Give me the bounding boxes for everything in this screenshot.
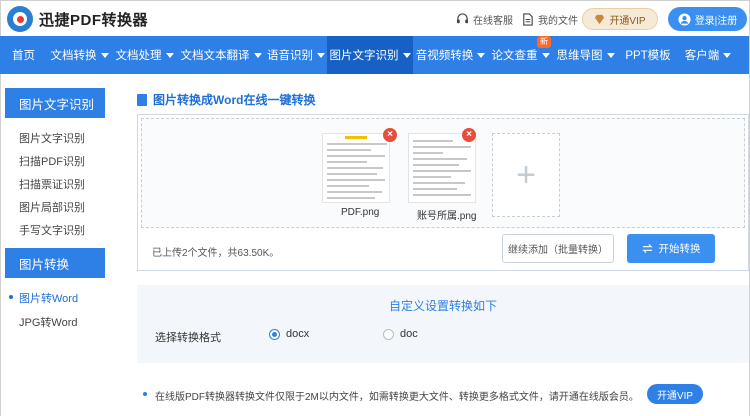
sidebar-item-scan-pdf[interactable]: 扫描PDF识别 bbox=[19, 153, 85, 169]
file-name: PDF.png bbox=[341, 207, 380, 218]
notice-vip-button[interactable]: 开通VIP bbox=[647, 384, 703, 404]
nav-item-home[interactable]: 首页 bbox=[0, 36, 47, 74]
my-files-link[interactable]: 我的文件 bbox=[521, 12, 578, 27]
user-icon bbox=[678, 12, 691, 26]
upload-panel: × PDF.png × 账号所属.png + 已上传2个文件，共63.50K。 … bbox=[137, 114, 749, 271]
sidebar-item-image-ocr[interactable]: 图片文字识别 bbox=[19, 130, 85, 146]
nav-label: PPT模板 bbox=[625, 50, 671, 62]
chevron-down-icon bbox=[723, 52, 732, 58]
continue-add-button[interactable]: 继续添加（批量转换） bbox=[502, 234, 614, 263]
nav-item-plagiarism-check[interactable]: 论文查重 新 bbox=[488, 36, 553, 74]
upload-drop-zone[interactable]: × PDF.png × 账号所属.png + bbox=[141, 118, 745, 228]
format-option-label: docx bbox=[286, 328, 310, 340]
page-title-text: 图片转换成Word在线一键转换 bbox=[153, 93, 316, 107]
file-thumbnail bbox=[408, 133, 476, 203]
headset-icon bbox=[456, 13, 469, 24]
format-radio-docx[interactable]: docx bbox=[269, 328, 309, 340]
chevron-down-icon bbox=[253, 52, 262, 58]
diamond-icon bbox=[595, 14, 605, 24]
format-option-label: doc bbox=[400, 328, 418, 340]
online-service-label: 在线客服 bbox=[473, 16, 513, 27]
conversion-settings: 自定义设置转换如下 选择转换格式 docx doc bbox=[137, 285, 749, 363]
remove-file-icon[interactable]: × bbox=[383, 128, 397, 142]
chevron-down-icon bbox=[100, 52, 109, 58]
nav-item-doc-translate[interactable]: 文档文本翻译 bbox=[177, 36, 265, 74]
main-nav: 首页 文档转换 文档处理 文档文本翻译 语音识别 图片文字识别 音视频转换 论文… bbox=[0, 36, 750, 74]
page-title: 图片转换成Word在线一键转换 bbox=[137, 91, 315, 108]
format-label: 选择转换格式 bbox=[155, 332, 221, 344]
nav-item-ppt-template[interactable]: PPT模板 bbox=[618, 36, 678, 74]
nav-label: 首页 bbox=[12, 50, 35, 62]
nav-label: 音视频转换 bbox=[415, 50, 474, 62]
nav-label: 语音识别 bbox=[267, 50, 313, 62]
nav-label: 论文查重 bbox=[491, 50, 538, 62]
nav-label: 图片文字识别 bbox=[329, 50, 399, 62]
nav-item-av-convert[interactable]: 音视频转换 bbox=[413, 36, 488, 74]
logo[interactable]: 迅捷PDF转换器 bbox=[7, 6, 148, 32]
radio-checked-icon bbox=[269, 328, 280, 340]
chevron-down-icon bbox=[541, 52, 550, 58]
nav-label: 客户端 bbox=[684, 50, 720, 62]
plus-icon: + bbox=[516, 156, 536, 194]
nav-item-doc-convert[interactable]: 文档转换 bbox=[47, 36, 112, 74]
radio-unchecked-icon bbox=[383, 328, 394, 340]
chevron-down-icon bbox=[402, 52, 411, 58]
nav-label: 文档文本翻译 bbox=[180, 50, 250, 62]
upload-status-text: 已上传2个文件，共63.50K。 bbox=[152, 248, 280, 259]
login-register-button[interactable]: 登录|注册 bbox=[668, 7, 747, 31]
my-files-label: 我的文件 bbox=[538, 16, 578, 27]
start-convert-button[interactable]: 开始转换 bbox=[627, 234, 715, 263]
online-service-link[interactable]: 在线客服 bbox=[456, 12, 513, 27]
chevron-down-icon bbox=[477, 52, 486, 58]
file-thumbnail bbox=[322, 133, 390, 203]
nav-label: 思维导图 bbox=[556, 50, 603, 62]
sidebar-section-title: 图片文字识别 bbox=[5, 88, 105, 118]
nav-item-speech-recognition[interactable]: 语音识别 bbox=[265, 36, 327, 74]
remove-file-icon[interactable]: × bbox=[462, 128, 476, 142]
login-label: 登录|注册 bbox=[694, 15, 738, 27]
document-icon bbox=[137, 93, 147, 106]
nav-item-image-ocr[interactable]: 图片文字识别 bbox=[327, 36, 413, 74]
nav-item-doc-process[interactable]: 文档处理 bbox=[112, 36, 177, 74]
add-file-tile[interactable]: + bbox=[492, 133, 560, 217]
format-radio-doc[interactable]: doc bbox=[383, 328, 418, 340]
nav-item-client[interactable]: 客户端 bbox=[678, 36, 738, 74]
swap-icon bbox=[641, 243, 653, 254]
chevron-down-icon bbox=[317, 52, 325, 58]
file-name: 账号所属.png bbox=[417, 211, 477, 222]
notice-bar: 在线版PDF转换器转换文件仅限于2M以内文件，如需转换更大文件、转换更多格式文件… bbox=[137, 379, 749, 409]
settings-title: 自定义设置转换如下 bbox=[388, 299, 497, 313]
start-convert-label: 开始转换 bbox=[658, 243, 701, 255]
sidebar-item-jpg-to-word[interactable]: JPG转Word bbox=[19, 314, 77, 330]
nav-item-mind-map[interactable]: 思维导图 bbox=[553, 36, 618, 74]
notice-text: 在线版PDF转换器转换文件仅限于2M以内文件，如需转换更大文件、转换更多格式文件… bbox=[155, 392, 639, 403]
nav-label: 文档转换 bbox=[50, 50, 97, 62]
chevron-down-icon bbox=[606, 52, 615, 58]
vip-button[interactable]: 开通VIP bbox=[582, 8, 658, 30]
logo-text: 迅捷PDF转换器 bbox=[39, 11, 149, 29]
new-badge: 新 bbox=[537, 36, 551, 48]
chevron-down-icon bbox=[165, 52, 174, 58]
sidebar-item-partial-ocr[interactable]: 图片局部识别 bbox=[19, 199, 85, 215]
nav-label: 文档处理 bbox=[115, 50, 162, 62]
header: 迅捷PDF转换器 在线客服 我的文件 开通VIP 登录|注册 bbox=[0, 0, 750, 36]
sidebar-item-scan-ticket[interactable]: 扫描票证识别 bbox=[19, 176, 85, 192]
logo-icon bbox=[7, 6, 33, 32]
bullet-icon bbox=[143, 392, 147, 396]
sidebar: 图片文字识别 图片文字识别 扫描PDF识别 扫描票证识别 图片局部识别 手写文字… bbox=[0, 74, 112, 416]
file-icon bbox=[523, 13, 533, 26]
sidebar-item-image-to-word[interactable]: 图片转Word bbox=[8, 290, 78, 306]
vip-label: 开通VIP bbox=[609, 15, 646, 27]
sidebar-item-handwriting[interactable]: 手写文字识别 bbox=[19, 222, 85, 238]
sidebar-section-title: 图片转换 bbox=[5, 248, 105, 278]
